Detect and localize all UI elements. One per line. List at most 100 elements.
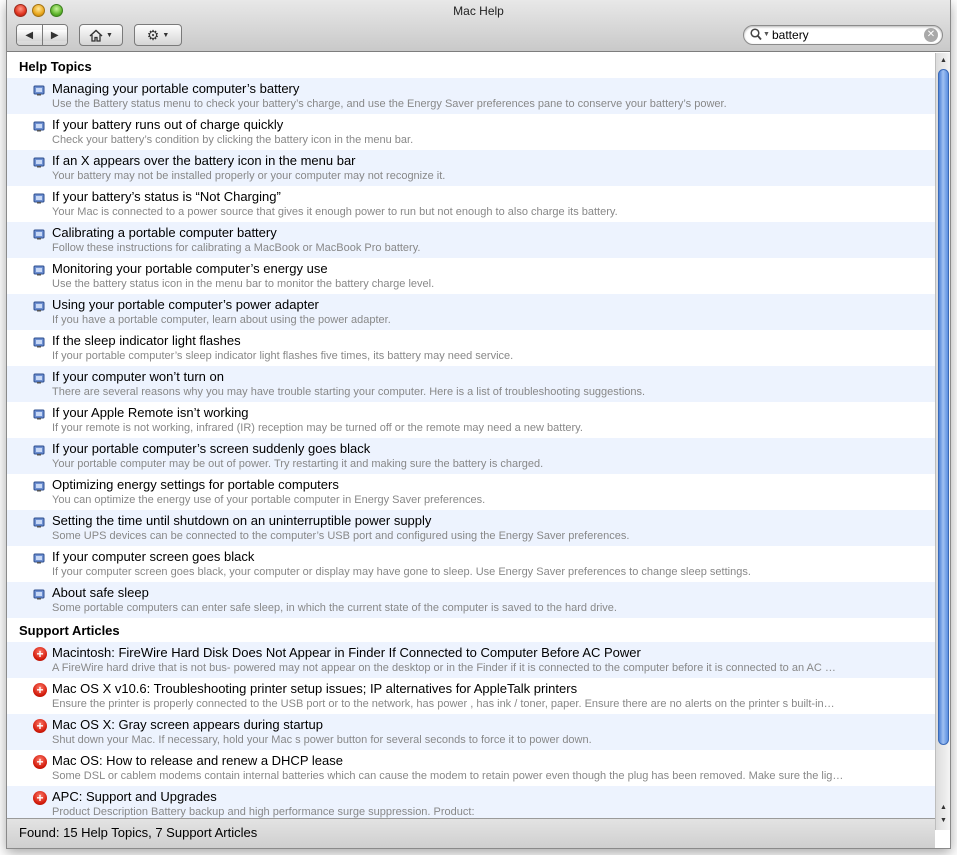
item-title[interactable]: If the sleep indicator light flashes	[52, 333, 935, 349]
help-topic-row[interactable]: Calibrating a portable computer battery F…	[7, 222, 935, 258]
item-title[interactable]: Monitoring your portable computer’s ener…	[52, 261, 935, 277]
help-book-icon	[33, 445, 45, 456]
search-input[interactable]	[772, 27, 922, 43]
item-title[interactable]: Setting the time until shutdown on an un…	[52, 513, 935, 529]
support-article-row[interactable]: + Macintosh: FireWire Hard Disk Does Not …	[7, 642, 935, 678]
item-title[interactable]: Calibrating a portable computer battery	[52, 225, 935, 241]
clear-search-icon[interactable]: ✕	[924, 28, 938, 42]
forward-arrow-icon: ▶	[42, 29, 67, 41]
support-article-icon: +	[33, 755, 47, 769]
results-list: Help Topics Managing your portable compu…	[7, 53, 935, 818]
help-topic-row[interactable]: If your battery runs out of charge quick…	[7, 114, 935, 150]
help-book-icon	[33, 121, 45, 132]
item-title[interactable]: About safe sleep	[52, 585, 935, 601]
item-title[interactable]: If an X appears over the battery icon in…	[52, 153, 935, 169]
help-book-icon	[33, 229, 45, 240]
item-description: Some portable computers can enter safe s…	[52, 602, 617, 614]
item-title[interactable]: Mac OS: How to release and renew a DHCP …	[52, 753, 935, 769]
search-menu-chevron-icon[interactable]: ▼	[763, 31, 770, 38]
help-book-icon	[33, 517, 45, 528]
search-field[interactable]: ▼ ✕	[743, 25, 943, 45]
help-book-icon	[33, 301, 45, 312]
home-button[interactable]: ▼	[79, 24, 123, 46]
item-title[interactable]: If your computer screen goes black	[52, 549, 935, 565]
help-topic-row[interactable]: About safe sleep Some portable computers …	[7, 582, 935, 618]
item-description: Your Mac is connected to a power source …	[52, 206, 618, 218]
help-topic-row[interactable]: If your computer screen goes black If you…	[7, 546, 935, 582]
window-title: Mac Help	[453, 4, 504, 18]
help-book-icon	[33, 337, 45, 348]
item-description: Check your battery’s condition by clicki…	[52, 134, 414, 146]
item-description: A FireWire hard drive that is not bus- p…	[52, 662, 836, 674]
item-description: Some DSL or cablem modems contain intern…	[52, 770, 844, 782]
scroll-down-arrow-icon[interactable]: ▼	[936, 814, 951, 828]
item-description: You can optimize the energy use of your …	[52, 494, 486, 506]
item-description: If your computer screen goes black, your…	[52, 566, 751, 578]
item-title[interactable]: If your Apple Remote isn’t working	[52, 405, 935, 421]
item-title[interactable]: Macintosh: FireWire Hard Disk Does Not A…	[52, 645, 935, 661]
support-article-icon: +	[33, 683, 47, 697]
chevron-down-icon: ▼	[162, 31, 170, 39]
help-topic-row[interactable]: Using your portable computer’s power ada…	[7, 294, 935, 330]
help-topic-row[interactable]: Optimizing energy settings for portable …	[7, 474, 935, 510]
scroll-thumb[interactable]	[938, 69, 949, 745]
help-book-icon	[33, 553, 45, 564]
item-description: There are several reasons why you may ha…	[52, 386, 646, 398]
forward-button[interactable]: ▶	[41, 25, 67, 45]
back-button[interactable]: ◀	[17, 25, 42, 45]
support-article-icon: +	[33, 791, 47, 805]
help-book-icon	[33, 265, 45, 276]
support-article-row[interactable]: + Mac OS X v10.6: Troubleshooting printer…	[7, 678, 935, 714]
scroll-up-arrow-icon[interactable]: ▲	[936, 54, 951, 68]
support-articles-heading: Support Articles	[19, 623, 120, 638]
item-description: Your portable computer may be out of pow…	[52, 458, 544, 470]
help-book-icon	[33, 481, 45, 492]
item-title[interactable]: APC: Support and Upgrades	[52, 789, 935, 805]
help-topic-row[interactable]: Managing your portable computer’s batter…	[7, 78, 935, 114]
item-title[interactable]: Managing your portable computer’s batter…	[52, 81, 935, 97]
back-forward-control: ◀ ▶	[16, 24, 68, 46]
item-title[interactable]: Using your portable computer’s power ada…	[52, 297, 935, 313]
item-description: If your portable computer’s sleep indica…	[52, 350, 514, 362]
item-title[interactable]: Optimizing energy settings for portable …	[52, 477, 935, 493]
item-description: Your battery may not be installed proper…	[52, 170, 446, 182]
help-topic-row[interactable]: If the sleep indicator light flashes If y…	[7, 330, 935, 366]
help-topic-row[interactable]: If your portable computer’s screen sudde…	[7, 438, 935, 474]
item-description: Use the Battery status menu to check you…	[52, 98, 727, 110]
item-description: Ensure the printer is properly connected…	[52, 698, 835, 710]
help-topic-row[interactable]: If your battery’s status is “Not Chargin…	[7, 186, 935, 222]
item-title[interactable]: If your battery’s status is “Not Chargin…	[52, 189, 935, 205]
item-description: Shut down your Mac. If necessary, hold y…	[52, 734, 592, 746]
scroll-up-arrow-icon[interactable]: ▲	[936, 801, 951, 815]
help-book-icon	[33, 409, 45, 420]
item-title[interactable]: If your battery runs out of charge quick…	[52, 117, 935, 133]
action-menu-button[interactable]: ⚙ ▼	[134, 24, 182, 46]
results-count-text: Found: 15 Help Topics, 7 Support Article…	[19, 825, 258, 840]
help-topic-row[interactable]: Setting the time until shutdown on an un…	[7, 510, 935, 546]
support-article-row[interactable]: + Mac OS X: Gray screen appears during st…	[7, 714, 935, 750]
help-topic-row[interactable]: If an X appears over the battery icon in…	[7, 150, 935, 186]
help-topic-row[interactable]: Monitoring your portable computer’s ener…	[7, 258, 935, 294]
help-topic-row[interactable]: If your computer won’t turn on There are …	[7, 366, 935, 402]
search-icon	[750, 28, 762, 41]
help-topics-heading: Help Topics	[19, 59, 92, 74]
item-title[interactable]: Mac OS X v10.6: Troubleshooting printer …	[52, 681, 935, 697]
support-article-row[interactable]: + APC: Support and Upgrades Product Descri…	[7, 786, 935, 818]
item-title[interactable]: Mac OS X: Gray screen appears during sta…	[52, 717, 935, 733]
help-book-icon	[33, 589, 45, 600]
help-book-icon	[33, 373, 45, 384]
help-book-icon	[33, 85, 45, 96]
vertical-scrollbar[interactable]: ▲ ▲ ▼	[935, 53, 950, 830]
item-title[interactable]: If your computer won’t turn on	[52, 369, 935, 385]
help-topics-list: Managing your portable computer’s batter…	[7, 78, 935, 618]
support-article-icon: +	[33, 719, 47, 733]
help-book-icon	[33, 193, 45, 204]
item-title[interactable]: If your portable computer’s screen sudde…	[52, 441, 935, 457]
support-articles-list: + Macintosh: FireWire Hard Disk Does Not …	[7, 642, 935, 818]
help-window: Mac Help ◀ ▶ ▼ ⚙ ▼ ▼ ✕ Help Topic	[6, 0, 951, 849]
gear-icon: ⚙	[146, 26, 160, 43]
item-description: Follow these instructions for calibratin…	[52, 242, 421, 254]
help-topic-row[interactable]: If your Apple Remote isn’t working If you…	[7, 402, 935, 438]
support-article-icon: +	[33, 647, 47, 661]
support-article-row[interactable]: + Mac OS: How to release and renew a DHCP…	[7, 750, 935, 786]
